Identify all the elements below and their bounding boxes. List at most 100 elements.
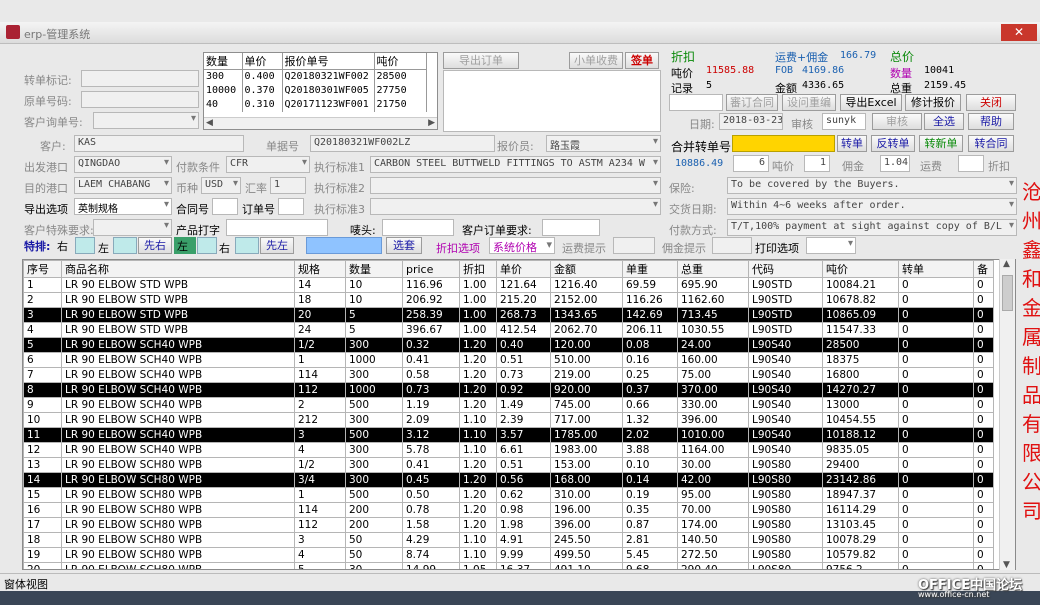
table-cell[interactable]: 10084.21 — [822, 277, 899, 293]
table-cell[interactable]: LR 90 ELBOW STD WPB — [61, 277, 295, 293]
table-cell[interactable]: 272.50 — [677, 547, 749, 563]
table-cell[interactable]: 29400 — [822, 457, 899, 473]
table-cell[interactable]: 1.20 — [459, 472, 497, 488]
table-cell[interactable]: 0 — [898, 367, 974, 383]
table-cell[interactable]: 6.61 — [496, 442, 551, 458]
table-cell[interactable]: 0.10 — [622, 457, 678, 473]
table-cell[interactable]: 219.00 — [550, 367, 623, 383]
table-cell[interactable]: 12 — [23, 442, 62, 458]
cust-order-req-field[interactable] — [542, 219, 600, 236]
table-row[interactable]: 8 LR 90 ELBOW SCH40 WPB 112 1000 0.73 1.20 0.9… — [23, 382, 994, 398]
scroll-left-icon[interactable]: ◀ — [206, 118, 213, 128]
help-button[interactable]: 帮助 — [968, 113, 1014, 130]
delivery-select[interactable]: Within 4~6 weeks after order. — [727, 198, 1017, 215]
table-cell[interactable]: 0 — [973, 277, 994, 293]
table-cell[interactable]: 70.00 — [677, 502, 749, 518]
mini-row[interactable]: 40 0.310 Q20171123WF001 21750 — [204, 97, 427, 112]
table-cell[interactable]: LR 90 ELBOW SCH80 WPB — [61, 547, 295, 563]
table-cell[interactable]: 1.20 — [459, 457, 497, 473]
table-cell[interactable]: 0 — [898, 382, 974, 398]
table-cell[interactable]: 290.40 — [677, 562, 749, 569]
table-cell[interactable]: 0.87 — [622, 517, 678, 533]
table-cell[interactable]: 330.00 — [677, 397, 749, 413]
table-cell[interactable]: 0.98 — [496, 502, 551, 518]
table-cell[interactable]: 1/2 — [294, 337, 346, 353]
table-cell[interactable]: 1162.60 — [677, 292, 749, 308]
cust-inquiry-select[interactable] — [93, 112, 199, 129]
table-cell[interactable]: 0.08 — [622, 337, 678, 353]
table-cell[interactable]: 140.50 — [677, 532, 749, 548]
table-cell[interactable]: 0 — [973, 412, 994, 428]
table-cell[interactable]: 2.81 — [622, 532, 678, 548]
table-cell[interactable]: 16.37 — [496, 562, 551, 569]
table-cell[interactable]: 112 — [294, 382, 346, 398]
table-cell[interactable]: LR 90 ELBOW SCH40 WPB — [61, 397, 295, 413]
table-cell[interactable]: 3 — [294, 532, 346, 548]
table-cell[interactable]: 2 — [294, 397, 346, 413]
table-cell[interactable]: 1010.00 — [677, 427, 749, 443]
table-cell[interactable]: 0.73 — [496, 367, 551, 383]
table-cell[interactable]: 50 — [345, 547, 403, 563]
table-cell[interactable]: 0.16 — [622, 352, 678, 368]
special-left2-box[interactable] — [197, 237, 217, 254]
table-cell[interactable]: 120.00 — [550, 337, 623, 353]
table-cell[interactable]: L90S40 — [748, 427, 823, 443]
table-cell[interactable]: 0 — [973, 442, 994, 458]
table-row[interactable]: 17 LR 90 ELBOW SCH80 WPB 112 200 1.58 1.20 1.9… — [23, 517, 994, 533]
table-cell[interactable]: 0 — [973, 457, 994, 473]
table-cell[interactable]: 1216.40 — [550, 277, 623, 293]
table-cell[interactable]: 0 — [973, 532, 994, 548]
table-cell[interactable]: LR 90 ELBOW SCH40 WPB — [61, 337, 295, 353]
table-cell[interactable]: 1785.00 — [550, 427, 623, 443]
table-cell[interactable]: 0.45 — [402, 472, 460, 488]
table-cell[interactable]: 114 — [294, 502, 346, 518]
table-cell[interactable]: 2152.00 — [550, 292, 623, 308]
table-cell[interactable]: 16 — [23, 502, 62, 518]
table-cell[interactable]: 0 — [898, 292, 974, 308]
export-order-button[interactable]: 导出订单 — [443, 52, 519, 69]
table-row[interactable]: 18 LR 90 ELBOW SCH80 WPB 3 50 4.29 1.10 4.91 24… — [23, 532, 994, 548]
doc-no-field[interactable]: Q20180321WF002LZ — [310, 135, 495, 152]
table-cell[interactable]: L90S40 — [748, 337, 823, 353]
sys-price-select[interactable]: 系统价格 — [489, 237, 555, 254]
table-cell[interactable]: 0 — [898, 427, 974, 443]
contract-no-field[interactable] — [212, 198, 238, 215]
table-cell[interactable]: 24.00 — [677, 337, 749, 353]
table-cell[interactable]: 0.51 — [496, 352, 551, 368]
table-cell[interactable]: 0 — [973, 352, 994, 368]
items-table[interactable]: 序号 商品名称 规格 数量 price 折扣 单价 金额 单重 总重 代码 吨价… — [22, 259, 1016, 570]
table-cell[interactable]: LR 90 ELBOW STD WPB — [61, 307, 295, 323]
table-cell[interactable]: 0.41 — [402, 352, 460, 368]
table-cell[interactable]: 0 — [973, 397, 994, 413]
small-profit-button[interactable]: 小单收费 — [569, 52, 623, 69]
quick-field[interactable] — [669, 94, 723, 111]
table-cell[interactable]: 1.20 — [459, 352, 497, 368]
table-cell[interactable]: 300 — [345, 412, 403, 428]
table-cell[interactable]: 13 — [23, 457, 62, 473]
table-cell[interactable]: 0.56 — [496, 472, 551, 488]
table-cell[interactable]: L90STD — [748, 307, 823, 323]
table-cell[interactable]: 745.00 — [550, 397, 623, 413]
choose-button[interactable]: 选套 — [386, 237, 422, 254]
table-cell[interactable]: 0 — [898, 397, 974, 413]
table-cell[interactable]: 1.19 — [402, 397, 460, 413]
table-cell[interactable]: 0 — [973, 547, 994, 563]
table-cell[interactable]: 1.10 — [459, 442, 497, 458]
table-cell[interactable]: 0 — [898, 277, 974, 293]
col-header[interactable]: 转单 — [898, 260, 974, 278]
terms-select[interactable]: CFR — [226, 156, 310, 173]
table-cell[interactable]: 1030.55 — [677, 322, 749, 338]
table-cell[interactable]: 0 — [973, 292, 994, 308]
table-cell[interactable]: 1.20 — [459, 337, 497, 353]
table-cell[interactable]: 0 — [898, 487, 974, 503]
table-cell[interactable]: 0 — [973, 307, 994, 323]
table-cell[interactable]: 1.20 — [459, 487, 497, 503]
table-row[interactable]: 10 LR 90 ELBOW SCH40 WPB 212 300 2.09 1.10 2.3… — [23, 412, 994, 428]
table-row[interactable]: 1 LR 90 ELBOW STD WPB 14 10 116.96 1.00 121.64… — [23, 277, 994, 293]
table-cell[interactable]: 24 — [294, 322, 346, 338]
table-cell[interactable]: 95.00 — [677, 487, 749, 503]
table-cell[interactable]: 116.26 — [622, 292, 678, 308]
scroll-right-icon[interactable]: ▶ — [428, 118, 435, 128]
table-cell[interactable]: 5.78 — [402, 442, 460, 458]
table-cell[interactable]: 20 — [23, 562, 62, 569]
